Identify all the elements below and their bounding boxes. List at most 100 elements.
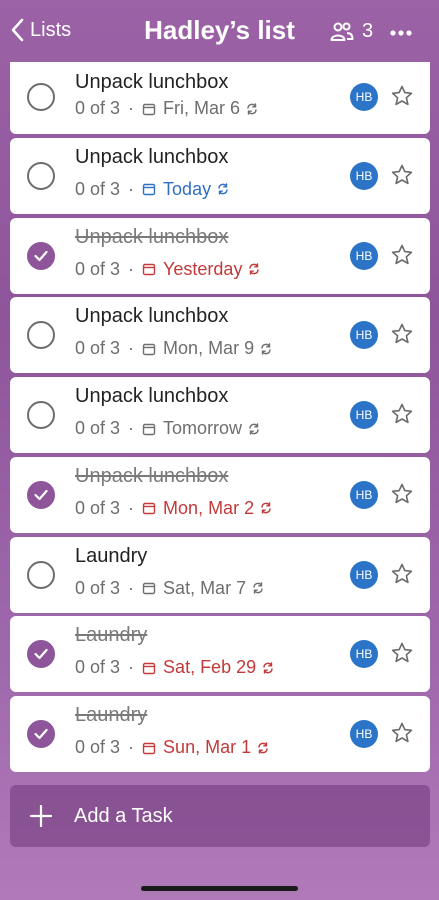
complete-checkbox[interactable] <box>27 161 55 190</box>
complete-checkbox[interactable] <box>27 401 55 429</box>
separator-dot: · <box>128 737 135 757</box>
chevron-left-icon <box>11 18 24 42</box>
calendar-icon <box>142 342 156 356</box>
home-indicator[interactable] <box>141 886 298 891</box>
calendar-icon <box>142 422 156 436</box>
task-title: Unpack lunchbox <box>75 71 229 93</box>
task-meta: 0 of 3 · Sun, Mar 1 <box>75 737 270 758</box>
add-task-label: Add a Task <box>74 804 173 827</box>
task-list: Unpack lunchbox 0 of 3 · Fri, Mar 6 HB U… <box>10 62 430 776</box>
complete-checkbox[interactable] <box>27 560 55 589</box>
task-title: Unpack lunchbox <box>75 385 229 407</box>
calendar-icon <box>142 661 156 675</box>
calendar-icon <box>142 262 156 276</box>
task-row[interactable]: Unpack lunchbox 0 of 3 · Tomorrow HB <box>10 377 430 453</box>
repeat-icon <box>216 182 230 196</box>
task-meta: 0 of 3 · Mon, Mar 9 <box>75 338 273 359</box>
more-icon <box>390 30 412 36</box>
checkmark-icon <box>34 250 48 261</box>
complete-checkbox[interactable] <box>27 480 55 509</box>
separator-dot: · <box>128 657 135 678</box>
back-label: Lists <box>30 18 72 41</box>
assignee-avatar[interactable]: HB <box>350 83 378 111</box>
step-count: 0 of 3 <box>75 737 121 757</box>
task-row[interactable]: Laundry 0 of 3 · Sat, Feb 29 HB <box>10 616 430 693</box>
repeat-icon <box>247 262 261 276</box>
due-date: Sat, Mar 7 <box>163 577 247 598</box>
separator-dot: · <box>128 178 135 199</box>
separator-dot: · <box>128 418 135 438</box>
add-task-button[interactable]: Add a Task <box>10 785 430 847</box>
step-count: 0 of 3 <box>75 98 121 118</box>
complete-checkbox[interactable] <box>27 83 55 111</box>
task-title: Laundry <box>75 624 148 647</box>
assignee-avatar[interactable]: HB <box>350 161 378 190</box>
separator-dot: · <box>128 98 135 118</box>
calendar-icon <box>142 741 156 755</box>
assignee-avatar[interactable]: HB <box>350 560 378 589</box>
complete-checkbox[interactable] <box>27 241 55 270</box>
task-row[interactable]: Unpack lunchbox 0 of 3 · Mon, Mar 9 HB <box>10 297 430 374</box>
step-count: 0 of 3 <box>75 497 121 518</box>
share-members-button[interactable]: 3 <box>330 20 373 43</box>
assignee-avatar[interactable]: HB <box>350 640 378 669</box>
complete-checkbox[interactable] <box>27 640 55 669</box>
star-icon[interactable] <box>390 322 414 351</box>
task-row[interactable]: Unpack lunchbox 0 of 3 · Mon, Mar 2 HB <box>10 456 430 533</box>
star-icon[interactable] <box>390 163 414 192</box>
task-row[interactable]: Unpack lunchbox 0 of 3 · Yesterday HB <box>10 217 430 294</box>
task-meta: 0 of 3 · Tomorrow <box>75 418 261 439</box>
separator-dot: · <box>128 577 135 598</box>
star-icon[interactable] <box>390 402 414 431</box>
calendar-icon <box>142 501 156 515</box>
star-icon[interactable] <box>390 721 414 750</box>
due-date: Today <box>163 178 212 199</box>
task-title: Unpack lunchbox <box>75 464 229 487</box>
repeat-icon <box>259 501 273 515</box>
step-count: 0 of 3 <box>75 338 121 359</box>
star-icon[interactable] <box>390 641 414 670</box>
task-row[interactable]: Laundry 0 of 3 · Sun, Mar 1 HB <box>10 696 430 772</box>
repeat-icon <box>245 102 259 116</box>
back-button[interactable]: Lists <box>10 18 71 42</box>
assignee-avatar[interactable]: HB <box>350 321 378 350</box>
assignee-avatar[interactable]: HB <box>350 720 378 748</box>
task-meta: 0 of 3 · Sat, Mar 7 <box>75 578 265 599</box>
calendar-icon <box>142 581 156 595</box>
task-row[interactable]: Unpack lunchbox 0 of 3 · Today HB <box>10 137 430 214</box>
checkmark-icon <box>34 728 48 740</box>
plus-icon <box>30 805 52 827</box>
calendar-icon <box>142 182 156 196</box>
star-icon[interactable] <box>390 243 414 272</box>
task-meta: 0 of 3 · Sat, Feb 29 <box>75 657 275 678</box>
task-title: Unpack lunchbox <box>75 145 229 168</box>
step-count: 0 of 3 <box>75 577 121 598</box>
task-title: Laundry <box>75 704 148 726</box>
due-date: Mon, Mar 9 <box>163 338 255 359</box>
repeat-icon <box>261 661 275 675</box>
complete-checkbox[interactable] <box>27 321 55 350</box>
calendar-icon <box>142 102 156 116</box>
due-date: Sun, Mar 1 <box>163 737 252 757</box>
top-bar: Lists Hadley’s list 3 <box>0 0 439 66</box>
assignee-avatar[interactable]: HB <box>350 401 378 429</box>
complete-checkbox[interactable] <box>27 720 55 748</box>
task-meta: 0 of 3 · Mon, Mar 2 <box>75 498 273 519</box>
due-date: Tomorrow <box>163 418 243 438</box>
step-count: 0 of 3 <box>75 418 121 438</box>
people-icon <box>330 22 354 41</box>
repeat-icon <box>247 422 261 436</box>
task-row[interactable]: Unpack lunchbox 0 of 3 · Fri, Mar 6 HB <box>10 62 430 134</box>
member-count: 3 <box>362 20 374 42</box>
star-icon[interactable] <box>390 482 414 511</box>
star-icon[interactable] <box>390 562 414 591</box>
assignee-avatar[interactable]: HB <box>350 241 378 270</box>
more-options-button[interactable] <box>390 24 412 47</box>
star-icon[interactable] <box>390 84 414 113</box>
repeat-icon <box>259 342 273 356</box>
task-row[interactable]: Laundry 0 of 3 · Sat, Mar 7 HB <box>10 536 430 613</box>
assignee-avatar[interactable]: HB <box>350 480 378 509</box>
separator-dot: · <box>128 258 135 279</box>
step-count: 0 of 3 <box>75 258 121 279</box>
repeat-icon <box>251 581 265 595</box>
